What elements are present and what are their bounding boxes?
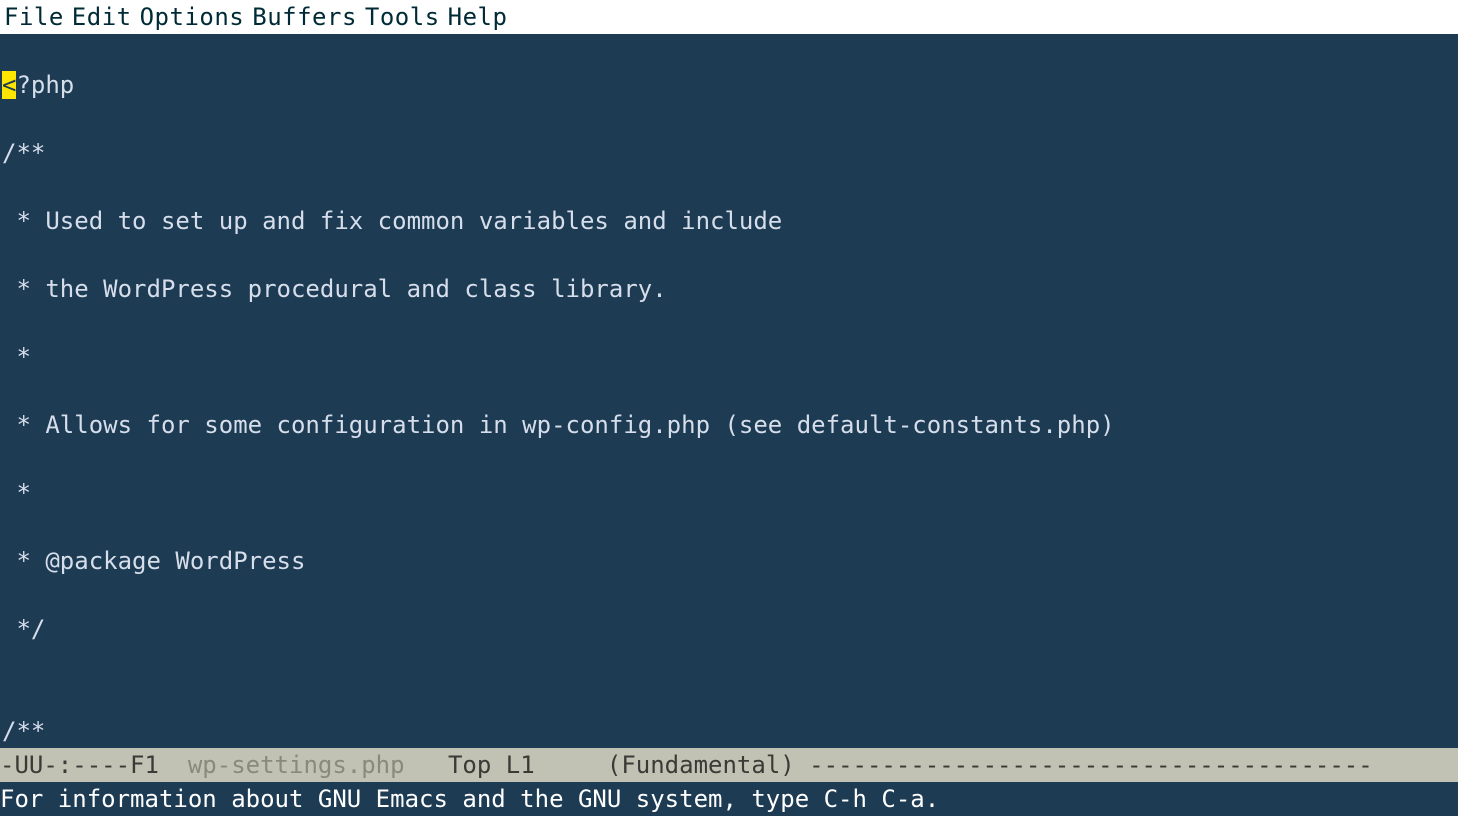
code-line: <?php (0, 68, 1458, 102)
mode-line-buffer-name: wp-settings.php (188, 751, 405, 779)
menu-help[interactable]: Help (448, 2, 516, 32)
menu-bar: File Edit Options Buffers Tools Help (0, 0, 1458, 34)
code-line: /** (0, 714, 1458, 748)
mode-line: -UU-:----F1 wp-settings.php Top L1 (Fund… (0, 748, 1458, 782)
mode-line-dashes: --------------------------------------- (809, 751, 1373, 779)
echo-text: For information about GNU Emacs and the … (0, 785, 939, 813)
menu-edit[interactable]: Edit (72, 2, 140, 32)
menu-tools[interactable]: Tools (365, 2, 448, 32)
code-line: * (0, 340, 1458, 374)
echo-area: For information about GNU Emacs and the … (0, 782, 1458, 816)
code-line: * the WordPress procedural and class lib… (0, 272, 1458, 306)
code-text: ?php (16, 71, 74, 99)
menu-file[interactable]: File (4, 2, 72, 32)
editor-buffer[interactable]: <?php /** * Used to set up and fix commo… (0, 34, 1458, 748)
code-line: * Allows for some configuration in wp-co… (0, 408, 1458, 442)
code-line: * @package WordPress (0, 544, 1458, 578)
code-line: * (0, 476, 1458, 510)
menu-buffers[interactable]: Buffers (252, 2, 365, 32)
code-line: * Used to set up and fix common variable… (0, 204, 1458, 238)
cursor: < (2, 71, 16, 99)
code-line: */ (0, 612, 1458, 646)
code-line: /** (0, 136, 1458, 170)
mode-line-mid: Top L1 (Fundamental) (405, 751, 810, 779)
mode-line-left: -UU-:----F1 (0, 751, 188, 779)
menu-options[interactable]: Options (140, 2, 253, 32)
